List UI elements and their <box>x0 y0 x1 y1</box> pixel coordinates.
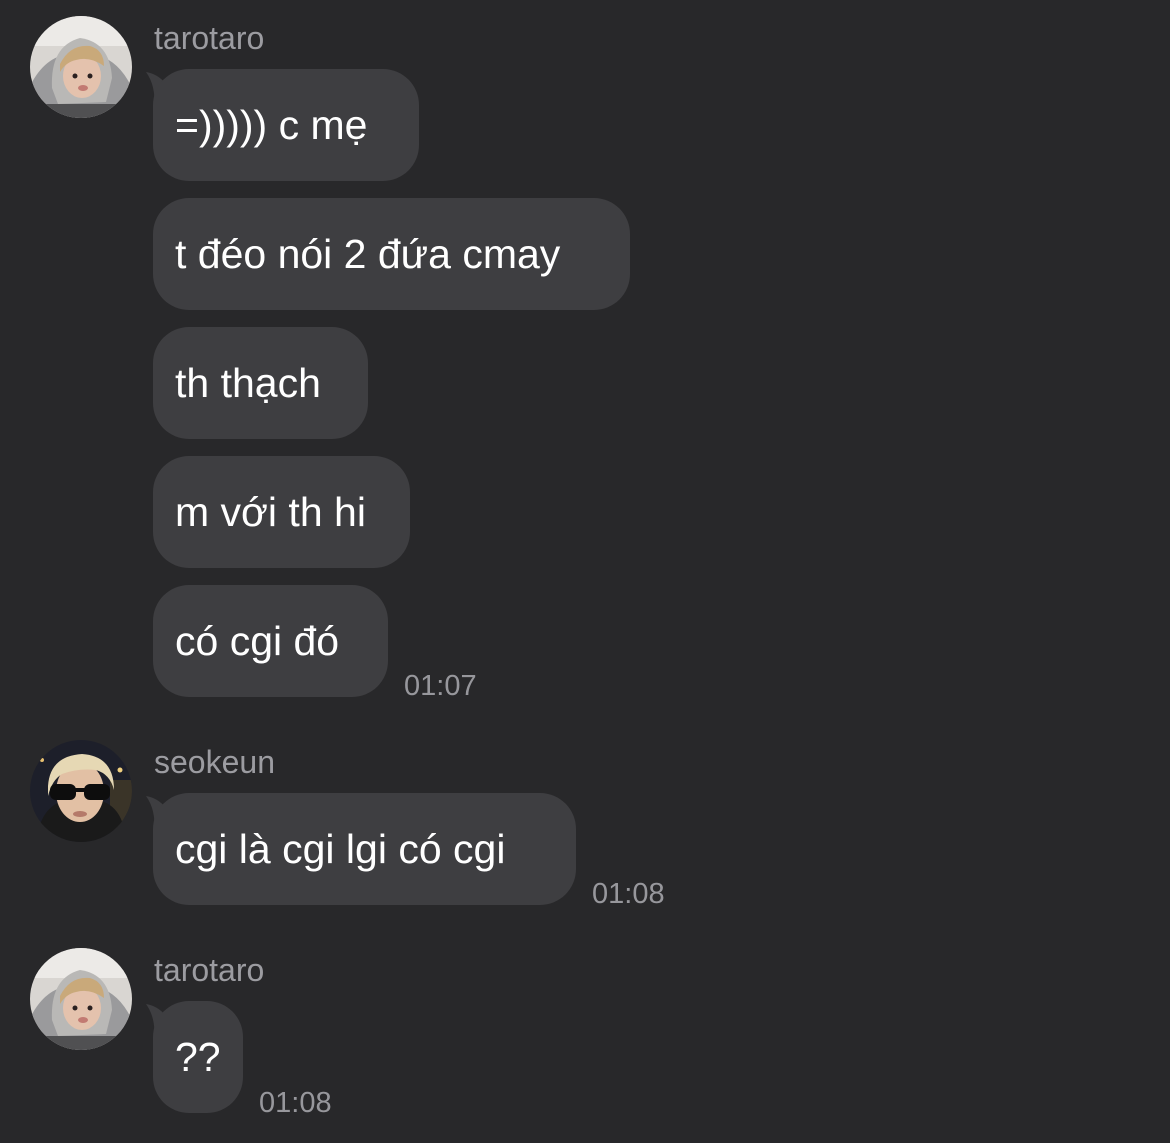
sender-name: seokeun <box>154 744 275 780</box>
hooded-person-avatar-icon <box>30 16 132 118</box>
message-bubble[interactable]: m với th hi <box>153 456 410 568</box>
message-timestamp: 01:08 <box>259 1087 332 1119</box>
message-text: =))))) c mẹ <box>175 101 368 148</box>
message-group-seokeun: seokeun cgi là cgi lgi có cgi 01:08 <box>0 730 1170 920</box>
message-bubble[interactable]: =))))) c mẹ <box>153 69 419 181</box>
message-text: cgi là cgi lgi có cgi <box>175 825 506 872</box>
avatar-seokeun[interactable] <box>30 740 132 842</box>
hooded-person-avatar-icon <box>30 948 132 1050</box>
message-bubble[interactable]: có cgi đó <box>153 585 388 697</box>
message-text: ?? <box>175 1033 221 1080</box>
message-text: th thạch <box>175 359 321 406</box>
message-bubble[interactable]: th thạch <box>153 327 368 439</box>
message-bubble[interactable]: ?? <box>153 1001 243 1113</box>
person-sunglasses-avatar-icon <box>30 740 132 842</box>
message-bubble[interactable]: cgi là cgi lgi có cgi <box>153 793 576 905</box>
sender-name: tarotaro <box>154 952 265 988</box>
sender-name: tarotaro <box>154 20 265 56</box>
message-text: t đéo nói 2 đứa cmay <box>175 230 561 277</box>
message-timestamp: 01:08 <box>592 878 665 910</box>
message-text: m với th hi <box>175 488 366 535</box>
message-group-tarotaro-2: tarotaro ?? 01:08 <box>0 938 1170 1143</box>
avatar-tarotaro[interactable] <box>30 16 132 118</box>
message-timestamp: 01:07 <box>404 670 477 702</box>
message-group-tarotaro-1: tarotaro =))))) c mẹ t đéo nói 2 đứa cma… <box>0 0 1170 720</box>
message-bubble[interactable]: t đéo nói 2 đứa cmay <box>153 198 630 310</box>
avatar-tarotaro[interactable] <box>30 948 132 1050</box>
message-text: có cgi đó <box>175 617 340 664</box>
